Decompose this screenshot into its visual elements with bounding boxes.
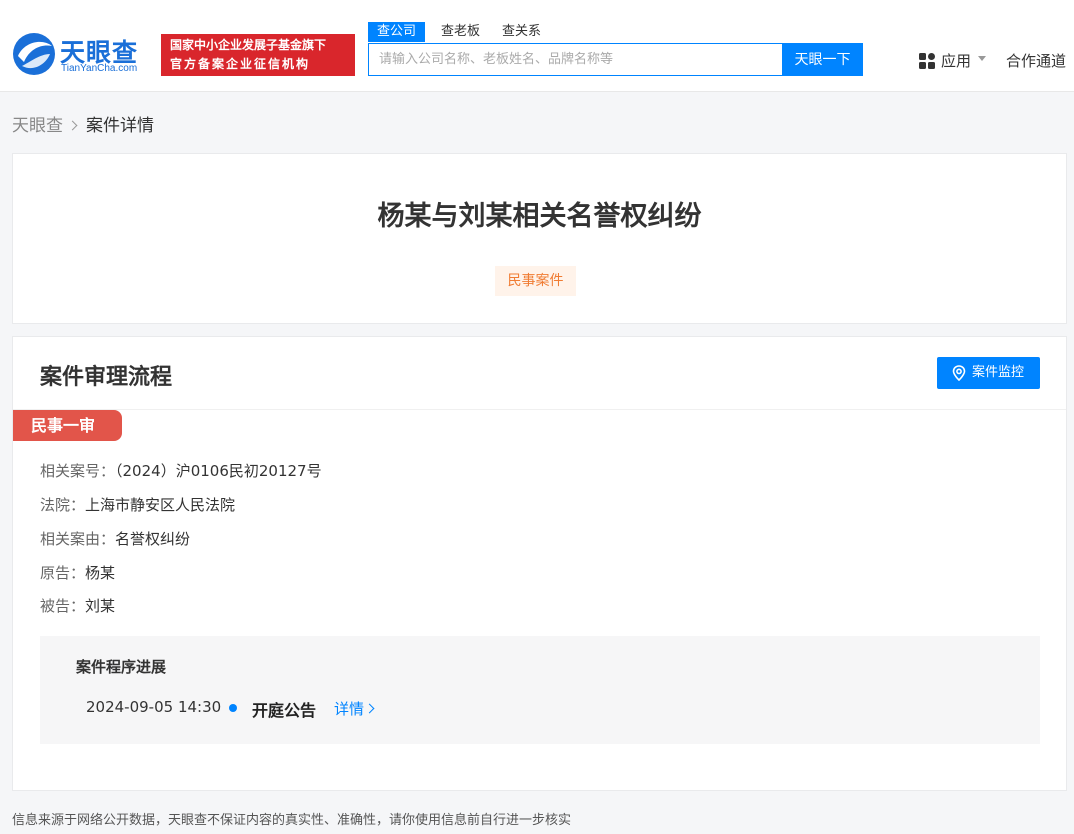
case-monitor-button[interactable]: 案件监控 [937,357,1040,389]
field-court: 法院：上海市静安区人民法院 [40,494,235,515]
breadcrumb-home[interactable]: 天眼查 [12,116,63,136]
search-button[interactable]: 天眼一下 [782,43,863,76]
field-key: 法院： [40,496,85,514]
timeline-dot-icon [229,704,237,712]
field-value: 上海市静安区人民法院 [85,496,235,514]
cooperation-link[interactable]: 合作通道 [1006,50,1066,71]
apps-label: 应用 [941,50,971,71]
chevron-right-icon [68,121,78,131]
field-key: 相关案由： [40,530,115,548]
field-value: 杨某 [85,564,115,582]
breadcrumb-current: 案件详情 [86,116,154,136]
badge-line-1: 国家中小企业发展子基金旗下 [170,36,355,55]
case-progress-panel: 案件程序进展 2024-09-05 14:30 开庭公告 详情 [40,636,1040,744]
progress-title: 案件程序进展 [76,656,166,677]
case-title: 杨某与刘某相关名誉权纠纷 [13,194,1066,233]
case-title-card: 杨某与刘某相关名誉权纠纷 民事案件 [12,153,1067,324]
location-pin-icon [951,365,967,381]
event-label: 开庭公告 [252,697,316,721]
field-key: 相关案号： [40,462,115,480]
event-time: 2024-09-05 14:30 [86,698,221,716]
breadcrumb: 天眼查 案件详情 [12,111,154,136]
process-header: 案件审理流程 案件监控 [13,337,1066,410]
tab-search-company[interactable]: 查公司 [368,22,425,42]
field-case-number: 相关案号：（2024）沪0106民初20127号 [40,460,322,481]
tab-search-boss[interactable]: 查老板 [441,22,480,42]
tianyancha-logo-icon [12,32,56,76]
field-cause: 相关案由：名誉权纠纷 [40,528,190,549]
field-defendant: 被告：刘某 [40,595,115,616]
field-plaintiff: 原告：杨某 [40,562,115,583]
event-detail-link[interactable]: 详情 [334,698,373,719]
field-key: 被告： [40,597,85,615]
process-section-title: 案件审理流程 [40,359,172,391]
brand-domain: TianYanCha.com [61,63,137,74]
badge-line-2: 官方备案企业征信机构 [170,55,355,74]
field-value: 刘某 [85,597,115,615]
site-logo[interactable]: 天眼查 TianYanCha.com [12,32,157,80]
search-input[interactable] [368,43,783,76]
event-detail-label: 详情 [334,700,364,718]
case-monitor-label: 案件监控 [972,357,1024,389]
apps-grid-icon [919,53,935,69]
case-type-tag: 民事案件 [495,266,576,296]
case-process-card: 案件审理流程 案件监控 民事一审 相关案号：（2024）沪0106民初20127… [12,336,1067,791]
official-badge: 国家中小企业发展子基金旗下 官方备案企业征信机构 [161,34,355,76]
footer-disclaimer: 信息来源于网络公开数据，天眼查不保证内容的真实性、准确性，请你使用信息前自行进一… [12,809,571,828]
site-header: 天眼查 TianYanCha.com 国家中小企业发展子基金旗下 官方备案企业征… [0,0,1074,92]
caret-down-icon [978,56,986,61]
tab-search-relation[interactable]: 查关系 [502,22,541,42]
field-key: 原告： [40,564,85,582]
chevron-right-icon [365,704,375,714]
stage-badge: 民事一审 [13,410,122,441]
field-value: （2024）沪0106民初20127号 [115,462,322,480]
field-value: 名誉权纠纷 [115,530,190,548]
